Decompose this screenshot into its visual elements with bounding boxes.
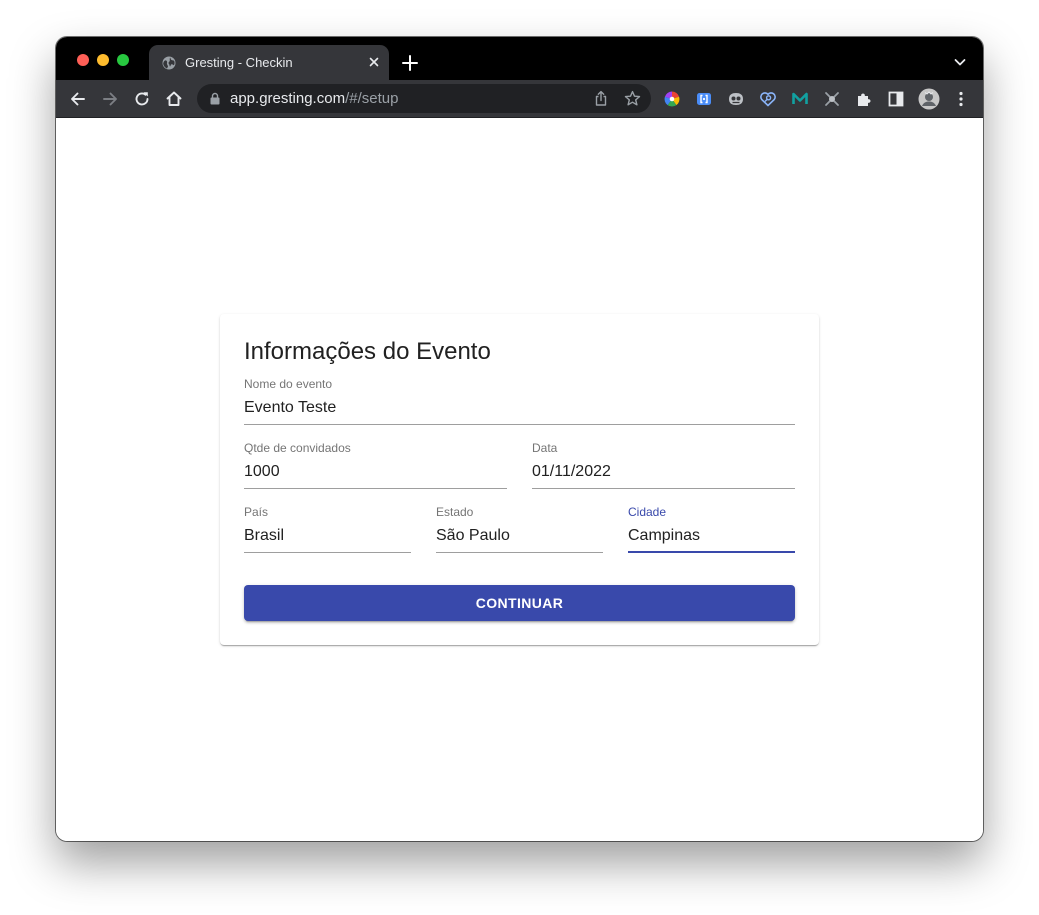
color-picker-extension-icon[interactable] [663, 90, 681, 108]
country-input[interactable] [244, 525, 411, 547]
city-underline [628, 551, 795, 553]
back-arrow-icon[interactable] [68, 89, 88, 109]
continue-button[interactable]: CONTINUAR [244, 585, 795, 621]
chevron-down-icon[interactable] [953, 55, 967, 69]
kebab-menu-icon[interactable] [952, 90, 970, 108]
country-label: País [244, 505, 269, 519]
date-underline [532, 488, 795, 489]
new-tab-plus-icon[interactable] [401, 54, 419, 72]
tab-close-icon[interactable] [366, 54, 382, 70]
tab-title: Gresting - Checkin [185, 55, 293, 70]
date-field: Data [532, 441, 795, 489]
date-input[interactable] [532, 461, 795, 483]
page-viewport: Informações do Evento Nome do evento Qtd… [56, 118, 983, 841]
state-field: Estado [436, 505, 603, 553]
url-text: app.gresting.com/#/setup [230, 90, 398, 107]
forward-arrow-icon[interactable] [100, 89, 120, 109]
bookmark-star-icon[interactable] [624, 90, 641, 107]
card-title: Informações do Evento [244, 338, 491, 365]
side-panel-icon[interactable] [887, 90, 905, 108]
password-manager-extension-icon[interactable] [759, 90, 777, 108]
url-host: app.gresting.com [230, 90, 346, 107]
date-label: Data [532, 441, 558, 455]
city-input[interactable] [628, 525, 795, 547]
browser-toolbar: app.gresting.com/#/setup [56, 80, 983, 118]
minimize-window-button[interactable] [97, 54, 109, 66]
lock-icon [210, 92, 220, 105]
guests-underline [244, 488, 507, 489]
state-underline [436, 552, 603, 553]
puzzle-icon[interactable] [855, 90, 873, 108]
tracker-extension-icon[interactable] [727, 90, 745, 108]
share-icon[interactable] [593, 90, 609, 107]
home-icon[interactable] [164, 89, 184, 109]
close-window-button[interactable] [77, 54, 89, 66]
event-name-underline [244, 424, 795, 425]
globe-icon [162, 56, 176, 70]
maximize-window-button[interactable] [117, 54, 129, 66]
state-label: Estado [436, 505, 474, 519]
browser-window: Gresting - Checkin app.gresting.com/#/se… [56, 37, 983, 841]
url-path: /#/setup [345, 90, 399, 107]
state-input[interactable] [436, 525, 603, 547]
profile-avatar[interactable] [918, 88, 940, 110]
browser-tab[interactable]: Gresting - Checkin [149, 45, 389, 80]
city-field: Cidade [628, 505, 795, 553]
m-logo-extension-icon[interactable] [791, 90, 809, 108]
guests-field: Qtde de convidados [244, 441, 507, 489]
event-name-input[interactable] [244, 397, 795, 419]
guests-input[interactable] [244, 461, 507, 483]
bracket-extension-icon[interactable] [695, 90, 713, 108]
event-info-card: Informações do Evento Nome do evento Qtd… [220, 314, 819, 645]
country-field: País [244, 505, 411, 553]
crossed-extension-icon[interactable] [823, 90, 841, 108]
city-label: Cidade [628, 505, 667, 519]
reload-icon[interactable] [132, 89, 152, 109]
event-name-field: Nome do evento [244, 377, 795, 425]
country-underline [244, 552, 411, 553]
guests-label: Qtde de convidados [244, 441, 351, 455]
event-name-label: Nome do evento [244, 377, 333, 391]
address-bar[interactable]: app.gresting.com/#/setup [197, 84, 651, 113]
tab-strip: Gresting - Checkin [56, 37, 983, 80]
